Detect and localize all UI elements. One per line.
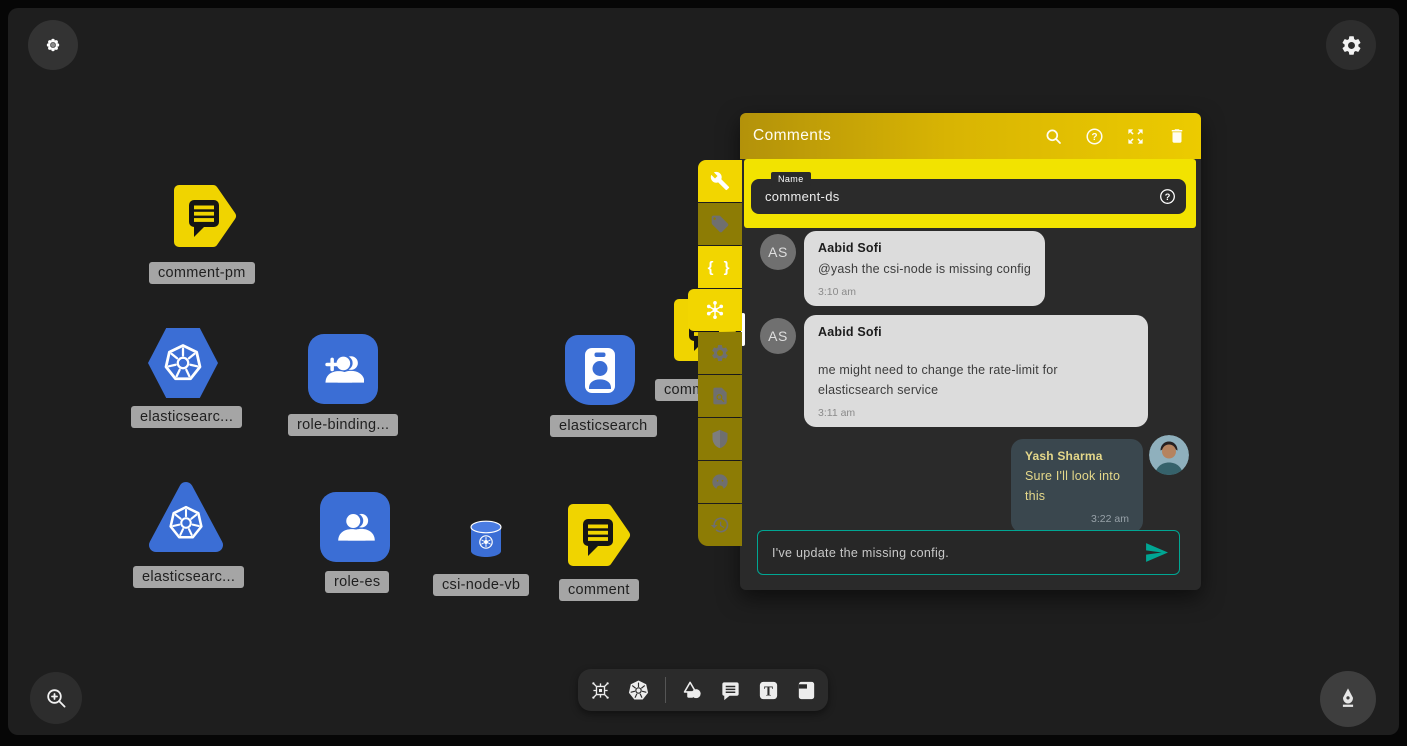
trash-icon[interactable] bbox=[1167, 127, 1186, 146]
gear-icon bbox=[1340, 34, 1363, 57]
panel-title: Comments bbox=[740, 127, 831, 145]
svg-text:T: T bbox=[764, 683, 773, 698]
node-label[interactable]: elasticsearc... bbox=[131, 406, 242, 428]
svg-text:?: ? bbox=[1091, 131, 1097, 142]
history-button[interactable] bbox=[698, 504, 742, 546]
node-role-es[interactable] bbox=[320, 492, 390, 562]
help-circle-icon[interactable]: ? bbox=[1159, 188, 1176, 205]
comment-composer bbox=[757, 530, 1180, 575]
avatar-photo bbox=[1149, 435, 1189, 475]
name-input[interactable] bbox=[751, 179, 1186, 214]
node-elasticsearch-triangle[interactable] bbox=[147, 477, 225, 557]
avatar: AS bbox=[760, 234, 796, 270]
shape-dock: T bbox=[578, 669, 828, 711]
node-comment-pm[interactable] bbox=[170, 181, 240, 251]
comments-list[interactable]: AS Aabid Sofi @yash the csi-node is miss… bbox=[740, 228, 1201, 530]
message-time: 3:11 am bbox=[818, 407, 1134, 419]
node-label[interactable]: comment bbox=[559, 579, 639, 601]
gear-icon bbox=[710, 343, 730, 363]
shapes-icon[interactable] bbox=[681, 679, 704, 702]
tag-button[interactable] bbox=[698, 203, 742, 245]
node-csi-node-vb[interactable] bbox=[469, 520, 503, 558]
comment-input[interactable] bbox=[757, 530, 1180, 575]
app-menu-button[interactable] bbox=[28, 20, 78, 70]
send-icon[interactable] bbox=[1144, 540, 1169, 565]
message-author: Yash Sharma bbox=[1025, 449, 1129, 463]
node-elasticsearch-service-account[interactable] bbox=[565, 335, 635, 405]
node-label[interactable]: elasticsearch bbox=[550, 415, 657, 437]
name-field-block: Name ? bbox=[744, 159, 1196, 228]
dock-divider bbox=[665, 677, 666, 703]
message-text: me might need to change the rate-limit f… bbox=[818, 361, 1134, 400]
message-time: 3:10 am bbox=[818, 286, 1031, 298]
message-text: @yash the csi-node is missing config bbox=[818, 260, 1031, 279]
message-bubble: Aabid Sofi me might need to change the r… bbox=[804, 315, 1148, 427]
configure-button[interactable] bbox=[698, 160, 742, 202]
comment-message: AS Aabid Sofi @yash the csi-node is miss… bbox=[752, 231, 1189, 306]
comment-message: AS Aabid Sofi me might need to change th… bbox=[752, 315, 1189, 427]
file-search-icon bbox=[710, 386, 730, 406]
hub-icon bbox=[704, 299, 726, 321]
message-author: Aabid Sofi bbox=[818, 241, 1031, 255]
wrench-icon bbox=[710, 171, 730, 191]
notes-icon[interactable] bbox=[795, 679, 818, 702]
node-label[interactable]: role-binding... bbox=[288, 414, 398, 436]
pen-nib-icon bbox=[1335, 686, 1361, 712]
comment-message: Yash Sharma Sure I'll look into this 3:2… bbox=[752, 439, 1189, 530]
message-time: 3:22 am bbox=[1025, 513, 1129, 525]
flower-icon bbox=[45, 37, 61, 53]
node-comment[interactable] bbox=[564, 500, 634, 570]
comment-icon[interactable] bbox=[719, 679, 742, 702]
search-icon[interactable] bbox=[1044, 127, 1063, 146]
node-label[interactable]: comment-pm bbox=[149, 262, 255, 284]
kubernetes-icon[interactable] bbox=[627, 679, 650, 702]
github-button[interactable] bbox=[698, 461, 742, 503]
help-icon[interactable]: ? bbox=[1085, 127, 1104, 146]
node-action-toolbar: { } bbox=[698, 160, 742, 546]
node-label[interactable]: elasticsearc... bbox=[133, 566, 244, 588]
pen-tool-button[interactable] bbox=[1320, 671, 1376, 727]
message-text: Sure I'll look into this bbox=[1025, 467, 1129, 506]
tag-icon bbox=[710, 214, 730, 234]
zoom-in-icon bbox=[44, 686, 68, 710]
braces-icon: { } bbox=[708, 259, 733, 276]
avatar: AS bbox=[760, 318, 796, 354]
svg-text:?: ? bbox=[1165, 192, 1171, 202]
hub-button-selected[interactable] bbox=[688, 289, 742, 331]
zoom-button[interactable] bbox=[30, 672, 82, 724]
braces-button[interactable]: { } bbox=[698, 246, 742, 288]
message-author: Aabid Sofi bbox=[818, 325, 1134, 339]
comments-panel-header[interactable]: Comments ? bbox=[740, 113, 1201, 159]
node-role-binding[interactable] bbox=[308, 334, 378, 404]
node-label[interactable]: role-es bbox=[325, 571, 389, 593]
comments-panel: Comments ? Name ? AS Aabid Sofi @yash th… bbox=[740, 113, 1201, 590]
message-bubble: Yash Sharma Sure I'll look into this 3:2… bbox=[1011, 439, 1143, 530]
text-icon[interactable]: T bbox=[757, 679, 780, 702]
inspect-config-button[interactable] bbox=[698, 375, 742, 417]
components-icon[interactable] bbox=[589, 679, 612, 702]
shield-icon bbox=[710, 429, 730, 449]
node-label[interactable]: csi-node-vb bbox=[433, 574, 529, 596]
settings-node-button[interactable] bbox=[698, 332, 742, 374]
history-icon bbox=[710, 515, 730, 535]
message-bubble: Aabid Sofi @yash the csi-node is missing… bbox=[804, 231, 1045, 306]
expand-icon[interactable] bbox=[1126, 127, 1145, 146]
security-button[interactable] bbox=[698, 418, 742, 460]
settings-button[interactable] bbox=[1326, 20, 1376, 70]
name-field-label: Name bbox=[771, 172, 811, 186]
github-icon bbox=[710, 472, 730, 492]
